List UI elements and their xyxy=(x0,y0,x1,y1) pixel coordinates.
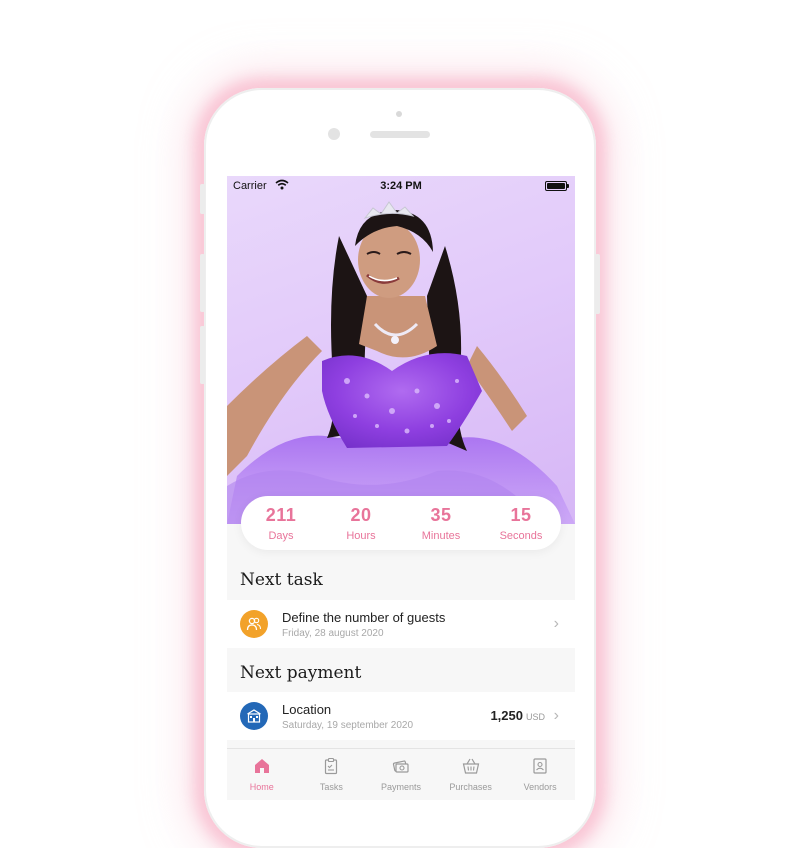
chevron-right-icon: › xyxy=(553,615,559,632)
amount-currency: USD xyxy=(525,712,545,722)
tab-label: Tasks xyxy=(319,782,343,792)
hero-photo: Carrier 3:24 PM xyxy=(227,176,575,524)
countdown-label: Minutes xyxy=(421,529,461,542)
tab-purchases[interactable]: Purchases xyxy=(436,749,506,800)
next-payment-heading: Next payment xyxy=(240,663,362,683)
next-task-card[interactable]: Define the number of guests Friday, 28 a… xyxy=(227,600,575,648)
earpiece-speaker xyxy=(370,131,430,138)
countdown-label: Hours xyxy=(346,529,376,542)
proximity-sensor xyxy=(396,111,402,117)
clock-time: 3:24 PM xyxy=(380,180,422,192)
vendor-card-icon xyxy=(533,758,547,774)
amount-value: 1,250 xyxy=(490,708,523,723)
tab-home[interactable]: Home xyxy=(227,749,297,800)
tab-label: Home xyxy=(249,782,274,792)
payment-amount: 1,250 USD xyxy=(490,708,545,723)
countdown-value: 211 xyxy=(265,504,297,525)
app-screen: Carrier 3:24 PM 211 Days 20 Hours 35 Min… xyxy=(227,176,575,800)
countdown-label: Days xyxy=(268,529,294,542)
battery-icon xyxy=(545,181,569,191)
countdown-hours: 20 Hours xyxy=(326,505,396,542)
payment-date: Saturday, 19 september 2020 xyxy=(282,720,414,731)
money-icon xyxy=(392,760,409,773)
task-title: Define the number of guests xyxy=(282,610,446,625)
quinceanera-portrait xyxy=(227,201,575,524)
payment-title: Location xyxy=(282,702,332,717)
basket-icon xyxy=(462,758,479,774)
home-icon xyxy=(254,759,269,773)
next-payment-card[interactable]: Location Saturday, 19 september 2020 1,2… xyxy=(227,692,575,740)
tab-payments[interactable]: Payments xyxy=(366,749,436,800)
chevron-right-icon: › xyxy=(553,707,559,724)
tab-bar: Home Tasks Payments Purchases Vendors xyxy=(227,748,575,800)
volume-up-button xyxy=(200,254,205,312)
mute-switch xyxy=(200,184,205,214)
countdown-value: 35 xyxy=(430,504,452,525)
countdown-label: Seconds xyxy=(499,529,543,542)
countdown-value: 15 xyxy=(510,504,532,525)
venue-icon xyxy=(240,702,268,730)
countdown-minutes: 35 Minutes xyxy=(406,505,476,542)
clipboard-icon xyxy=(325,757,338,775)
power-button xyxy=(595,254,600,314)
tab-vendors[interactable]: Vendors xyxy=(505,749,575,800)
countdown-value: 20 xyxy=(350,504,372,525)
tab-label: Payments xyxy=(380,782,421,792)
countdown-seconds: 15 Seconds xyxy=(486,505,556,542)
volume-down-button xyxy=(200,326,205,384)
tab-label: Purchases xyxy=(449,782,492,792)
countdown-card: 211 Days 20 Hours 35 Minutes 15 Seconds xyxy=(241,496,561,550)
status-bar: Carrier 3:24 PM xyxy=(227,176,575,196)
guests-icon xyxy=(240,610,268,638)
front-camera xyxy=(328,128,340,140)
countdown-days: 211 Days xyxy=(246,505,316,542)
tab-tasks[interactable]: Tasks xyxy=(297,749,367,800)
tab-label: Vendors xyxy=(523,782,557,792)
task-date: Friday, 28 august 2020 xyxy=(282,628,384,639)
next-task-heading: Next task xyxy=(240,570,323,590)
